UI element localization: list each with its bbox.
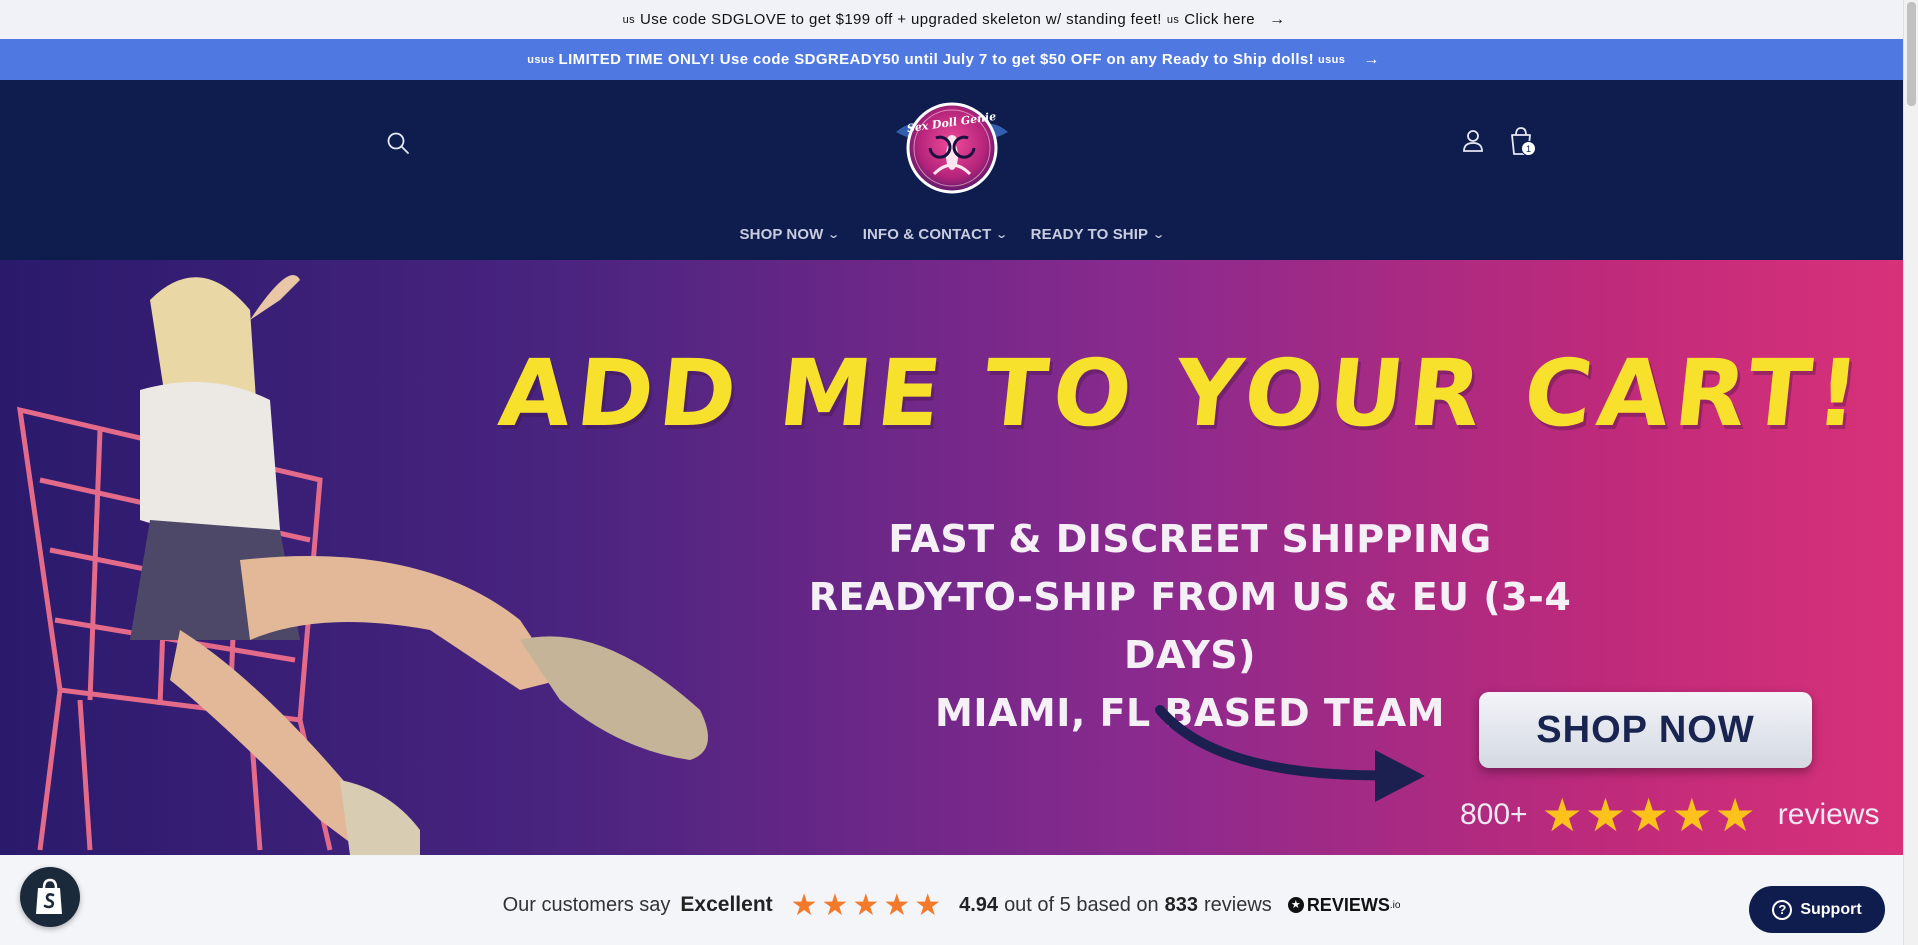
reviews-provider: REVIEWS: [1306, 894, 1390, 915]
review-count: 833: [1164, 893, 1199, 916]
support-label: Support: [1800, 900, 1862, 918]
star-badge-icon: ★: [1287, 897, 1304, 913]
nav-item-label: SHOP NOW: [739, 226, 824, 243]
page-scrollbar[interactable]: [1903, 0, 1918, 945]
rating-word: Excellent: [680, 893, 773, 916]
hero-banner[interactable]: ADD ME TO YOUR CART! FAST & DISCREET SHI…: [0, 260, 1903, 855]
chevron-down-icon: ⌄: [1152, 229, 1166, 241]
nav-item-label: INFO & CONTACT: [862, 226, 992, 243]
announcement-bar[interactable]: us Use code SDGLOVE to get $199 off + up…: [0, 0, 1903, 39]
hero-reviews: 800+ ★★★★★ reviews: [1460, 789, 1880, 841]
arrow-icon: [1155, 705, 1425, 802]
promo-text: LIMITED TIME ONLY! Use code SDGREADY50 u…: [558, 51, 1315, 68]
announcement-text: Use code SDGLOVE to get $199 off + upgra…: [640, 11, 1162, 28]
hero-review-word: reviews: [1777, 798, 1880, 831]
site-header: Sex Doll Genie 1 SHOP NOW ⌄ INFO & CONTA…: [0, 80, 1903, 260]
shopify-bag-button[interactable]: [20, 867, 80, 927]
reviews-provider-suffix: .io: [1389, 899, 1401, 911]
chevron-down-icon: ⌄: [995, 229, 1009, 241]
search-icon[interactable]: [384, 129, 412, 157]
nav-item-info-contact[interactable]: INFO & CONTACT ⌄: [851, 226, 1019, 243]
announcement-link[interactable]: Click here: [1184, 11, 1255, 28]
reviews-suffix: reviews: [1204, 893, 1272, 916]
nav-item-ready-to-ship[interactable]: READY TO SHIP ⌄: [1019, 226, 1176, 243]
us-flag-icon: us: [1166, 13, 1180, 26]
hero-shop-now-button[interactable]: SHOP NOW: [1479, 692, 1812, 768]
star-rating-icon: ★★★★★: [790, 888, 946, 922]
help-icon: ?: [1772, 899, 1793, 920]
account-icon[interactable]: [1459, 127, 1487, 155]
scrollbar-thumb[interactable]: [1907, 2, 1916, 106]
hero-headline: ADD ME TO YOUR CART!: [494, 340, 1871, 447]
nav-item-shop-now[interactable]: SHOP NOW ⌄: [728, 226, 851, 243]
hero-benefit-line: FAST & DISCREET SHIPPING: [888, 517, 1492, 561]
us-flag-icon: us: [622, 13, 636, 26]
hero-benefit-line: READY-TO-SHIP FROM US & EU (3-4 DAYS): [808, 575, 1572, 677]
rating-mid-text: out of 5 based on: [1004, 893, 1159, 916]
arrow-right-icon: →: [1268, 10, 1286, 28]
reviews-prefix: Our customers say: [502, 893, 671, 916]
nav-item-label: READY TO SHIP: [1030, 226, 1149, 243]
shopify-bag-icon: [36, 878, 62, 914]
reviews-io-logo[interactable]: ★ REVIEWS .io: [1287, 894, 1401, 916]
us-flag-icon: usus: [1318, 53, 1346, 66]
chevron-down-icon: ⌄: [827, 229, 841, 241]
support-button[interactable]: ? Support: [1749, 886, 1885, 933]
rating-score: 4.94: [959, 893, 999, 916]
hero-review-count: 800+: [1460, 798, 1528, 831]
reviews-summary: Our customers say Excellent ★★★★★ 4.94 o…: [0, 875, 1903, 935]
us-flag-icon: usus: [527, 53, 555, 66]
star-rating-icon: ★★★★★: [1541, 789, 1758, 841]
cart-count-badge: 1: [1521, 141, 1536, 156]
promo-bar[interactable]: usus LIMITED TIME ONLY! Use code SDGREAD…: [0, 39, 1903, 80]
arrow-right-icon: →: [1363, 50, 1380, 68]
main-nav: SHOP NOW ⌄ INFO & CONTACT ⌄ READY TO SHI…: [0, 226, 1903, 243]
site-logo[interactable]: Sex Doll Genie: [890, 92, 1014, 206]
